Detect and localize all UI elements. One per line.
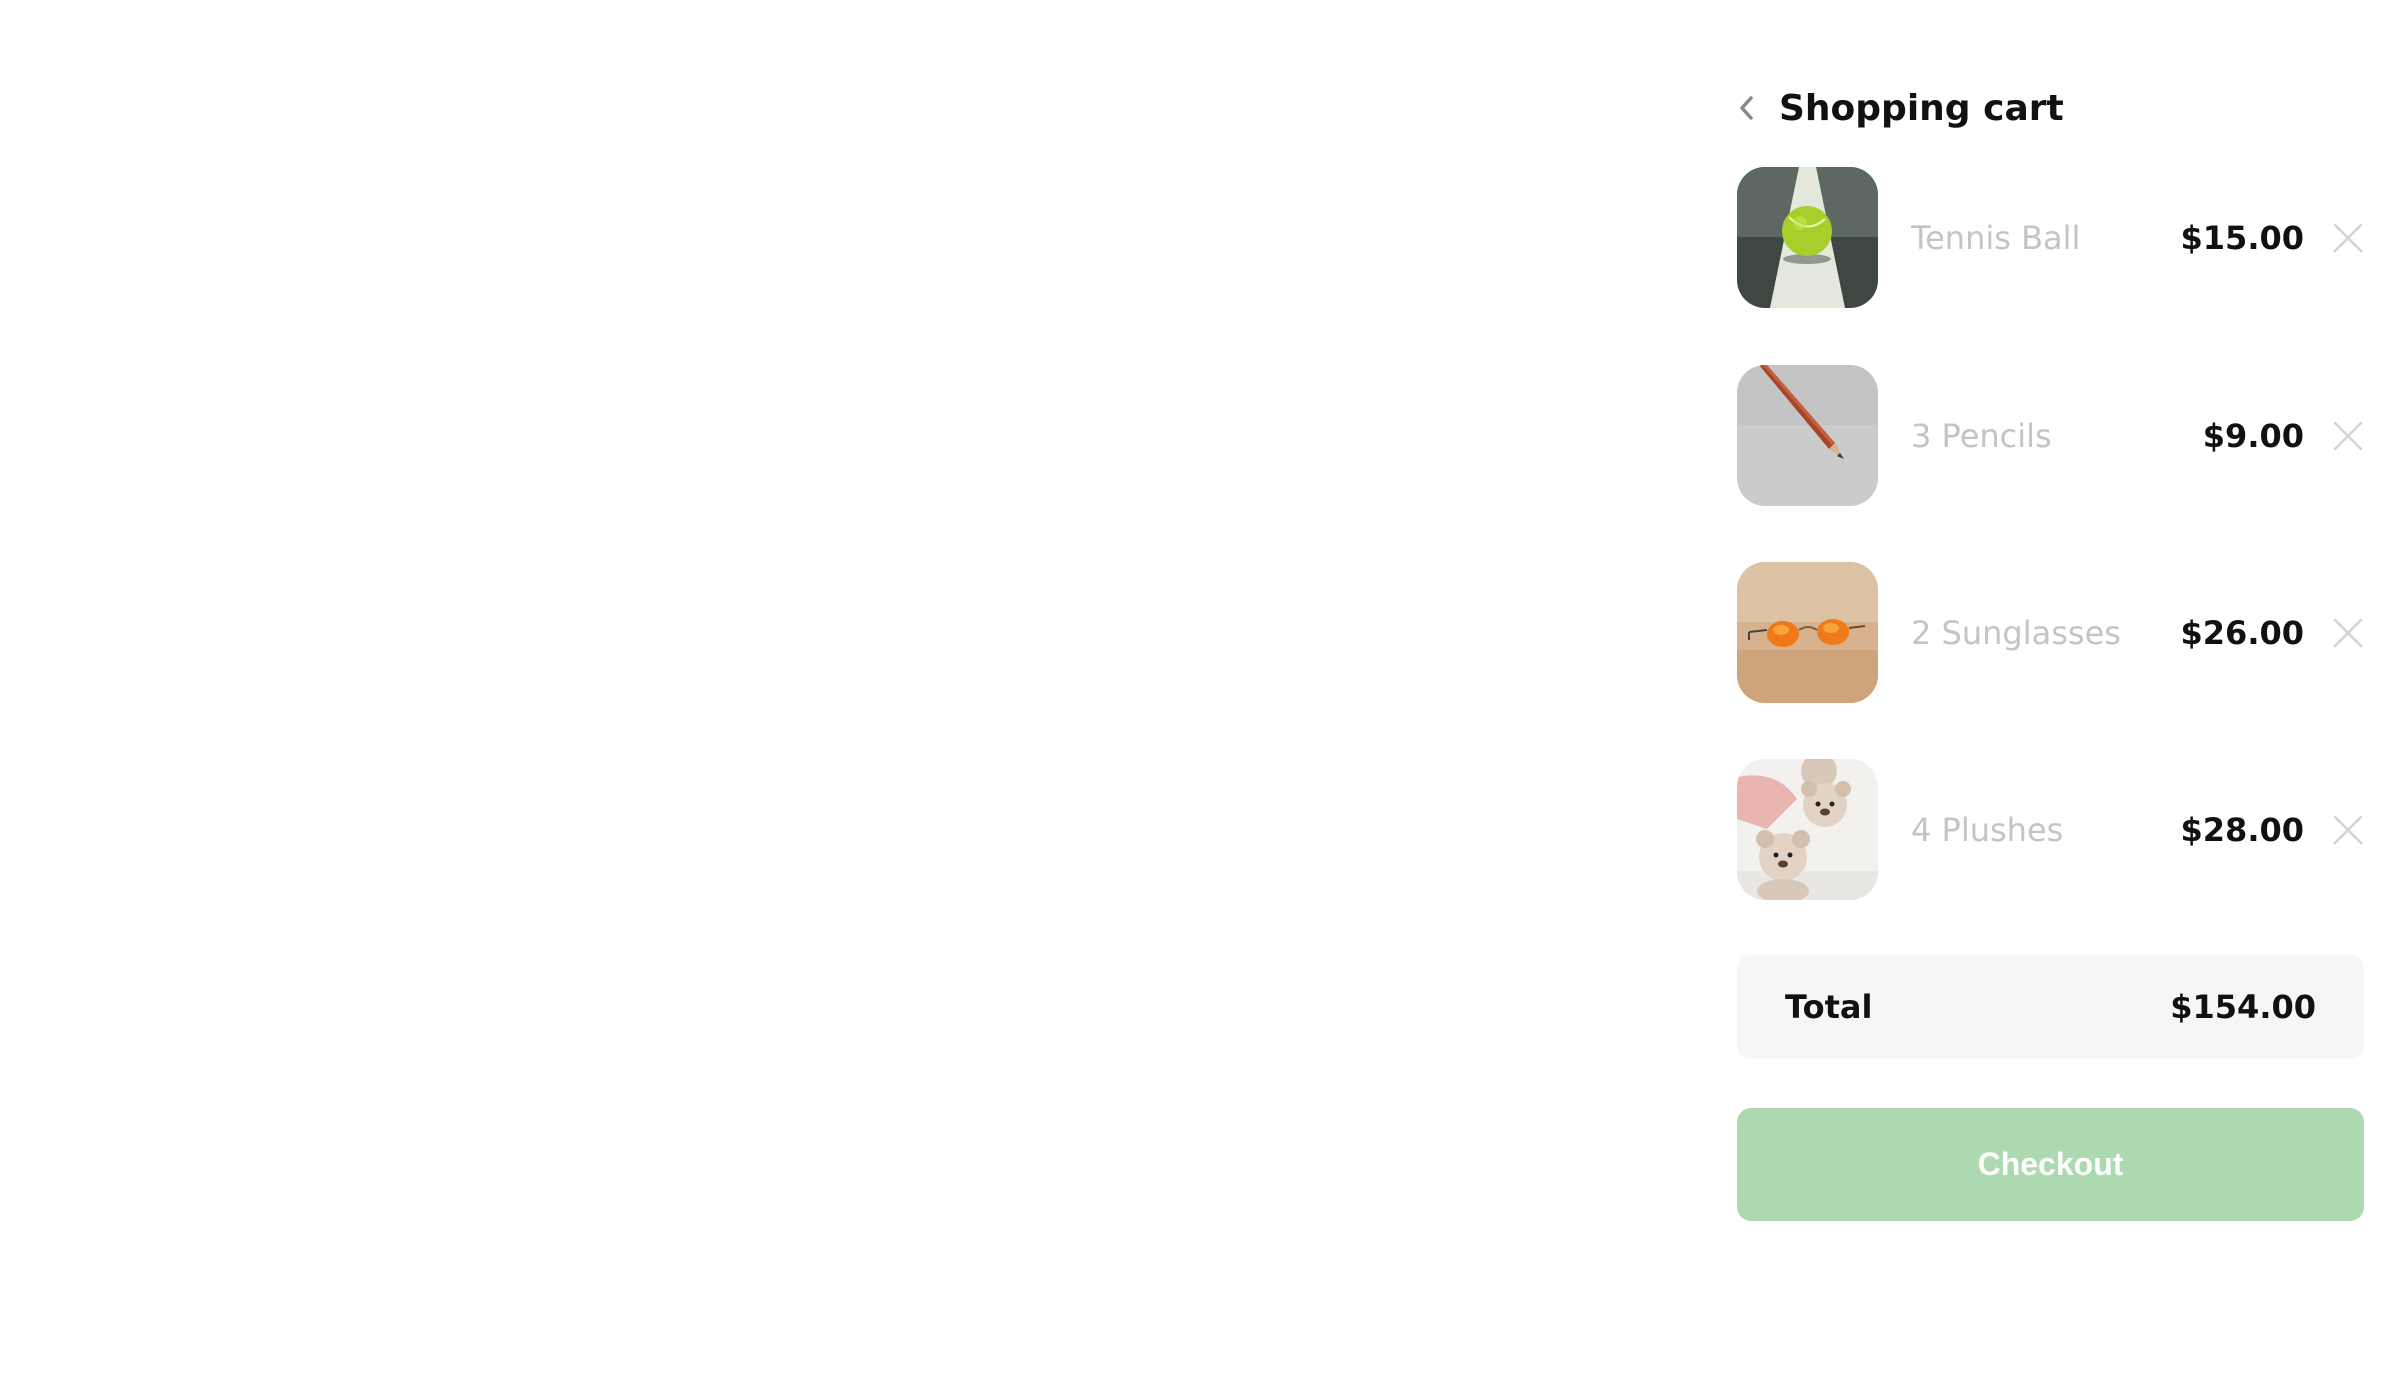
remove-item-button[interactable] <box>2332 420 2364 452</box>
cart-item: 4 Plushes $28.00 <box>1737 759 2364 900</box>
item-price: $28.00 <box>2180 810 2304 849</box>
item-price: $9.00 <box>2202 416 2304 455</box>
cart-item: 3 Pencils $9.00 <box>1737 365 2364 506</box>
close-icon <box>2333 421 2363 450</box>
plush-toys-photo <box>1737 759 1878 900</box>
cart-header: Shopping cart <box>1737 82 2064 134</box>
close-icon <box>2333 815 2363 844</box>
item-name: 4 Plushes <box>1911 810 2064 849</box>
chevron-left-icon <box>1740 96 1753 120</box>
sunglasses-photo <box>1737 562 1878 703</box>
pencil-photo <box>1737 365 1878 506</box>
total-value: $154.00 <box>2170 988 2316 1026</box>
item-price: $15.00 <box>2180 218 2304 257</box>
remove-item-button[interactable] <box>2332 814 2364 846</box>
cart-item: Tennis Ball $15.00 <box>1737 167 2364 308</box>
remove-item-button[interactable] <box>2332 617 2364 649</box>
item-name: Tennis Ball <box>1911 218 2081 257</box>
item-price: $26.00 <box>2180 613 2304 652</box>
tennis-ball-photo <box>1737 167 1878 308</box>
item-name: 2 Sunglasses <box>1911 613 2121 652</box>
close-icon <box>2333 618 2363 647</box>
item-name: 3 Pencils <box>1911 416 2052 455</box>
page-title: Shopping cart <box>1779 87 2064 129</box>
total-label: Total <box>1785 988 1873 1026</box>
remove-item-button[interactable] <box>2332 222 2364 254</box>
total-summary: Total $154.00 <box>1737 955 2364 1059</box>
checkout-button[interactable]: Checkout <box>1737 1108 2364 1221</box>
cart-item: 2 Sunglasses $26.00 <box>1737 562 2364 703</box>
close-icon <box>2333 223 2363 252</box>
back-button[interactable] <box>1737 88 1767 128</box>
